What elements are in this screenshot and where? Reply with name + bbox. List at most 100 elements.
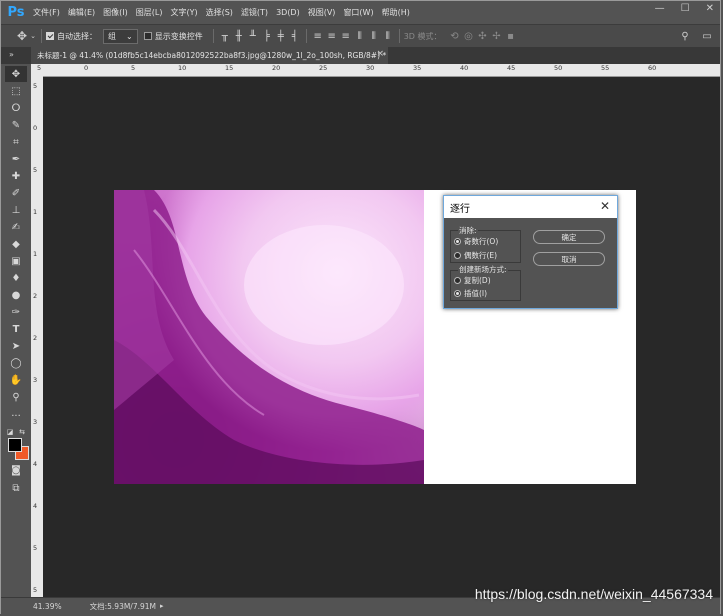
roll-3d-icon[interactable]: ◎ xyxy=(462,29,476,43)
ruler-tick: 3 xyxy=(33,418,38,426)
crop-tool[interactable]: ⌗ xyxy=(5,134,27,150)
dodge-tool[interactable]: ● xyxy=(5,287,27,303)
close-tab-icon[interactable]: × xyxy=(376,49,384,59)
clone-stamp-tool[interactable]: ⊥ xyxy=(5,202,27,218)
dialog-title: 逐行 xyxy=(450,203,470,215)
ok-button[interactable]: 确定 xyxy=(533,230,605,244)
distribute-vcenter-icon[interactable]: ≡ xyxy=(325,29,339,43)
hand-tool[interactable]: ✋ xyxy=(5,372,27,388)
interpolate-radio[interactable] xyxy=(454,290,461,297)
odd-rows-radio[interactable] xyxy=(454,238,461,245)
menu-window[interactable]: 窗口(W) xyxy=(339,7,377,18)
blur-tool[interactable]: ♦ xyxy=(5,270,27,286)
marquee-tool[interactable]: ⬚ xyxy=(5,83,27,99)
close-window-button[interactable]: ✕ xyxy=(706,3,714,14)
lasso-tool[interactable]: ⵔ xyxy=(5,100,27,116)
magic-wand-tool[interactable]: ✎ xyxy=(5,117,27,133)
menu-layer[interactable]: 图层(L) xyxy=(132,7,167,18)
separator xyxy=(41,29,42,43)
more-tools-icon[interactable]: ··· xyxy=(5,408,27,424)
scale-3d-icon[interactable]: ▪ xyxy=(504,29,518,43)
menu-type[interactable]: 文字(Y) xyxy=(166,7,201,18)
align-top-icon[interactable]: ╥ xyxy=(218,29,232,43)
even-rows-option[interactable]: 偶数行(E) xyxy=(454,250,497,261)
menu-help[interactable]: 帮助(H) xyxy=(378,7,414,18)
distribute-bottom-icon[interactable]: ≡ xyxy=(339,29,353,43)
ruler-tick: 5 xyxy=(33,544,38,552)
gradient-tool[interactable]: ▣ xyxy=(5,253,27,269)
healing-brush-tool[interactable]: ✚ xyxy=(5,168,27,184)
align-vcenter-icon[interactable]: ╫ xyxy=(232,29,246,43)
shape-tool[interactable]: ◯ xyxy=(5,355,27,371)
foreground-color-swatch[interactable] xyxy=(8,438,22,452)
even-rows-radio[interactable] xyxy=(454,252,461,259)
show-transform-option: 显示变换控件 xyxy=(143,31,203,42)
orbit-3d-icon[interactable]: ⟲ xyxy=(448,29,462,43)
duplicate-option[interactable]: 复制(D) xyxy=(454,275,491,286)
ruler-tick: 4 xyxy=(33,502,38,510)
cancel-button[interactable]: 取消 xyxy=(533,252,605,266)
ruler-tick: 15 xyxy=(225,64,234,72)
workspace-icon[interactable]: ▭ xyxy=(700,29,714,43)
show-transform-checkbox[interactable] xyxy=(143,32,152,40)
ruler-tick: 2 xyxy=(33,292,38,300)
restore-button[interactable]: ☐ xyxy=(681,3,690,14)
distribute-top-icon[interactable]: ≡ xyxy=(311,29,325,43)
document-tab[interactable]: 未标题-1 @ 41.4% (01d8fb5c14ebcba8012092522… xyxy=(31,47,388,64)
tools-panel: ✥ ⬚ ⵔ ✎ ⌗ ✒ ✚ ✐ ⊥ ✍ ◆ ▣ ♦ ● ✑ T ➤ ◯ ✋ ⚲ … xyxy=(1,64,32,597)
menu-3d[interactable]: 3D(D) xyxy=(272,8,304,17)
menu-file[interactable]: 文件(F) xyxy=(29,7,64,18)
menu-select[interactable]: 选择(S) xyxy=(202,7,237,18)
photoshop-logo: Ps xyxy=(7,4,25,20)
slide-3d-icon[interactable]: ✢ xyxy=(490,29,504,43)
auto-select-checkbox[interactable] xyxy=(46,32,54,40)
align-hcenter-icon[interactable]: ╪ xyxy=(274,29,288,43)
create-fields-label: 创建新场方式: xyxy=(458,264,508,275)
type-tool[interactable]: T xyxy=(5,321,27,337)
eraser-tool[interactable]: ◆ xyxy=(5,236,27,252)
ruler-tick: 55 xyxy=(601,64,610,72)
photo-layer-image xyxy=(114,190,424,484)
quick-mask-icon[interactable]: ◙ xyxy=(5,462,27,478)
pen-tool[interactable]: ✑ xyxy=(5,304,27,320)
menu-view[interactable]: 视图(V) xyxy=(304,7,340,18)
distribute-left-icon[interactable]: ⦀ xyxy=(353,29,367,43)
distribute-right-icon[interactable]: ⦀ xyxy=(381,29,395,43)
menu-edit[interactable]: 编辑(E) xyxy=(64,7,99,18)
history-brush-tool[interactable]: ✍ xyxy=(5,219,27,235)
collapse-panel-icon[interactable]: » xyxy=(9,50,14,59)
zoom-tool[interactable]: ⚲ xyxy=(5,389,27,405)
move-tool[interactable]: ✥ xyxy=(5,66,27,82)
align-bottom-icon[interactable]: ╨ xyxy=(246,29,260,43)
brush-tool[interactable]: ✐ xyxy=(5,185,27,201)
chevron-down-icon[interactable]: ⌄ xyxy=(29,29,37,43)
distribute-hcenter-icon[interactable]: ⦀ xyxy=(367,29,381,43)
water-splash-image xyxy=(114,190,424,484)
status-menu-arrow-icon[interactable]: ▸ xyxy=(160,602,164,610)
odd-rows-option[interactable]: 奇数行(O) xyxy=(454,236,498,247)
move-tool-icon[interactable]: ✥ xyxy=(15,29,29,43)
minimize-button[interactable]: — xyxy=(655,3,665,14)
ruler-tick: 40 xyxy=(460,64,469,72)
eyedropper-tool[interactable]: ✒ xyxy=(5,151,27,167)
path-selection-tool[interactable]: ➤ xyxy=(5,338,27,354)
zoom-level[interactable]: 41.39% xyxy=(33,602,62,611)
align-left-icon[interactable]: ╞ xyxy=(260,29,274,43)
drag-3d-icon[interactable]: ✣ xyxy=(476,29,490,43)
ruler-tick: 60 xyxy=(648,64,657,72)
even-rows-label: 偶数行(E) xyxy=(464,251,498,260)
search-icon[interactable]: ⚲ xyxy=(678,29,692,43)
odd-rows-label: 奇数行(O) xyxy=(464,237,499,246)
duplicate-radio[interactable] xyxy=(454,277,461,284)
auto-select-dropdown[interactable]: 组 ⌄ xyxy=(103,28,138,44)
options-bar: ✥ ⌄ 自动选择： 组 ⌄ 显示变换控件 ╥ ╫ ╨ ╞ ╪ ╡ ≡ ≡ ≡ ⦀… xyxy=(1,24,720,48)
interpolate-option[interactable]: 插值(I) xyxy=(454,288,487,299)
menu-image[interactable]: 图像(I) xyxy=(99,7,132,18)
mode-3d-label: 3D 模式： xyxy=(403,31,442,41)
dialog-close-icon[interactable]: ✕ xyxy=(600,199,610,213)
align-right-icon[interactable]: ╡ xyxy=(288,29,302,43)
separator xyxy=(305,29,307,43)
interpolate-label: 插值(I) xyxy=(464,289,488,298)
menu-filter[interactable]: 滤镜(T) xyxy=(237,7,272,18)
screen-mode-icon[interactable]: ⧉ xyxy=(5,480,27,496)
